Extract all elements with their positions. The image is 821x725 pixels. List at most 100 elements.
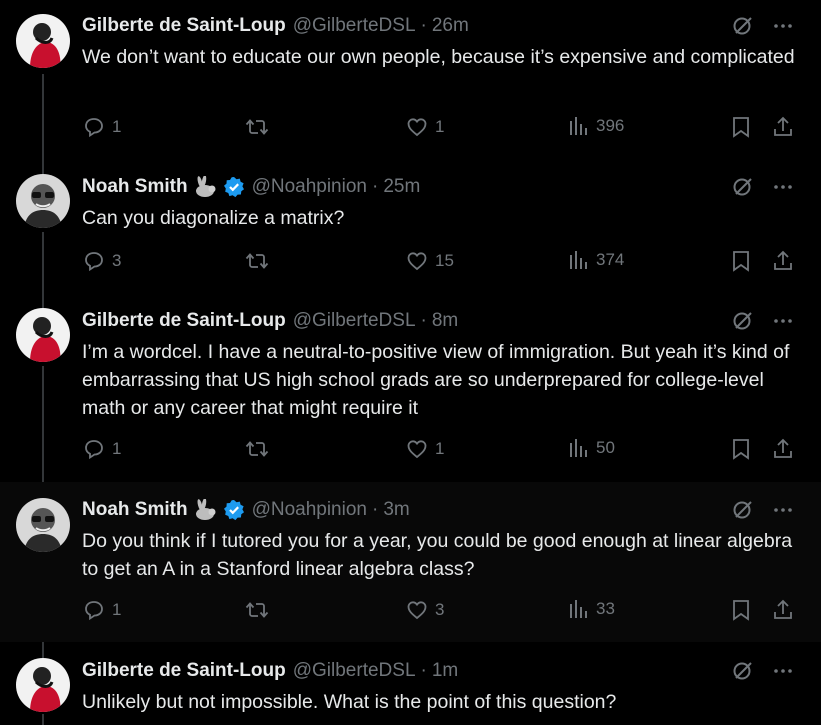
- separator: ·: [371, 499, 379, 520]
- grok-icon[interactable]: [731, 309, 755, 333]
- views-button[interactable]: 374: [568, 249, 624, 271]
- rabbit-emoji: [192, 499, 218, 521]
- author-handle[interactable]: @GilberteDSL: [293, 15, 416, 37]
- views-button[interactable]: 50: [568, 437, 615, 459]
- verified-icon[interactable]: [223, 499, 245, 521]
- tweet-top-actions: [731, 309, 793, 333]
- grok-icon[interactable]: [731, 14, 755, 38]
- author-handle[interactable]: @Noahpinion: [252, 499, 367, 521]
- view-count: 50: [596, 438, 615, 457]
- author-handle[interactable]: @GilberteDSL: [293, 310, 416, 332]
- author-name[interactable]: Noah Smith: [82, 499, 188, 521]
- tweet-actions: 1 3 33: [0, 598, 821, 626]
- share-icon: [774, 250, 792, 270]
- like-button[interactable]: 3: [405, 598, 444, 622]
- like-icon: [407, 118, 427, 137]
- share-button[interactable]: [771, 115, 801, 139]
- views-icon: [570, 600, 587, 618]
- timestamp[interactable]: 26m: [432, 15, 469, 37]
- grok-icon[interactable]: [731, 659, 755, 683]
- avatar-gilberte[interactable]: [16, 658, 70, 712]
- timestamp[interactable]: 25m: [383, 176, 420, 198]
- views-button[interactable]: 396: [568, 115, 624, 137]
- tweet-top-actions: [731, 659, 793, 683]
- author-name[interactable]: Gilberte de Saint-Loup: [82, 660, 286, 682]
- bookmark-button[interactable]: [730, 115, 758, 139]
- reply-count: 1: [112, 439, 122, 458]
- author-name[interactable]: Gilberte de Saint-Loup: [82, 310, 286, 332]
- reply-count: 3: [112, 251, 122, 270]
- separator: ·: [371, 176, 379, 197]
- more-icon[interactable]: [773, 16, 793, 36]
- bookmark-icon: [733, 600, 749, 621]
- like-icon: [407, 440, 427, 459]
- author-name[interactable]: Gilberte de Saint-Loup: [82, 15, 286, 37]
- avatar-gilberte[interactable]: [16, 14, 70, 68]
- tweet-top-actions: [731, 175, 793, 199]
- like-button[interactable]: 1: [405, 115, 444, 139]
- retweet-button[interactable]: [244, 437, 276, 461]
- tweet-text: Do you think if I tutored you for a year…: [82, 530, 793, 580]
- bookmark-button[interactable]: [730, 437, 758, 461]
- tweet-text: Can you diagonalize a matrix?: [82, 207, 345, 229]
- reply-button[interactable]: 1: [82, 115, 121, 139]
- timestamp[interactable]: 8m: [432, 310, 458, 332]
- retweet-icon: [245, 119, 269, 135]
- share-button[interactable]: [771, 598, 801, 622]
- like-button[interactable]: 1: [405, 437, 444, 461]
- bookmark-icon: [733, 439, 749, 460]
- tweet-header: Noah Smith @Noahpinion · 25m: [82, 174, 420, 200]
- reply-button[interactable]: 1: [82, 437, 121, 461]
- like-count: 1: [435, 117, 445, 136]
- author-name[interactable]: Noah Smith: [82, 176, 188, 198]
- verified-icon[interactable]: [223, 176, 245, 198]
- more-icon[interactable]: [773, 661, 793, 681]
- reply-count: 1: [112, 600, 122, 619]
- like-button[interactable]: 15: [405, 249, 454, 273]
- bookmark-button[interactable]: [730, 249, 758, 273]
- thread-line: [42, 714, 44, 725]
- tweet-text: I’m a wordcel. I have a neutral-to-posit…: [82, 341, 790, 419]
- views-icon: [570, 251, 587, 269]
- timestamp[interactable]: 1m: [432, 660, 458, 682]
- author-handle[interactable]: @Noahpinion: [252, 176, 367, 198]
- reply-icon: [85, 118, 103, 138]
- share-button[interactable]: [771, 437, 801, 461]
- share-button[interactable]: [771, 249, 801, 273]
- tweet-header: Gilberte de Saint-Loup @GilberteDSL · 1m: [82, 658, 458, 684]
- timestamp[interactable]: 3m: [383, 499, 409, 521]
- reply-count: 1: [112, 117, 122, 136]
- grok-icon[interactable]: [731, 498, 755, 522]
- reply-icon: [85, 440, 103, 460]
- views-icon: [570, 439, 587, 457]
- author-handle[interactable]: @GilberteDSL: [293, 660, 416, 682]
- separator: ·: [420, 310, 427, 331]
- avatar-noah[interactable]: [16, 174, 70, 228]
- share-icon: [774, 599, 792, 619]
- retweet-button[interactable]: [244, 249, 276, 273]
- retweet-button[interactable]: [244, 115, 276, 139]
- rabbit-emoji: [192, 176, 218, 198]
- share-icon: [774, 438, 792, 458]
- bookmark-icon: [733, 117, 749, 138]
- grok-icon[interactable]: [731, 175, 755, 199]
- like-count: 3: [435, 600, 445, 619]
- tweet-top-actions: [731, 498, 793, 522]
- share-icon: [774, 116, 792, 136]
- separator: ·: [420, 660, 427, 681]
- retweet-icon: [245, 441, 269, 457]
- tweet-header: Gilberte de Saint-Loup @GilberteDSL · 26…: [82, 13, 469, 39]
- reply-button[interactable]: 3: [82, 249, 121, 273]
- more-icon[interactable]: [773, 311, 793, 331]
- like-count: 1: [435, 439, 445, 458]
- reply-button[interactable]: 1: [82, 598, 121, 622]
- more-icon[interactable]: [773, 177, 793, 197]
- retweet-button[interactable]: [244, 598, 276, 622]
- avatar-noah[interactable]: [16, 498, 70, 552]
- more-icon[interactable]: [773, 500, 793, 520]
- retweet-icon: [245, 602, 269, 618]
- views-button[interactable]: 33: [568, 598, 615, 620]
- bookmark-button[interactable]: [730, 598, 758, 622]
- view-count: 33: [596, 599, 615, 618]
- avatar-gilberte[interactable]: [16, 308, 70, 362]
